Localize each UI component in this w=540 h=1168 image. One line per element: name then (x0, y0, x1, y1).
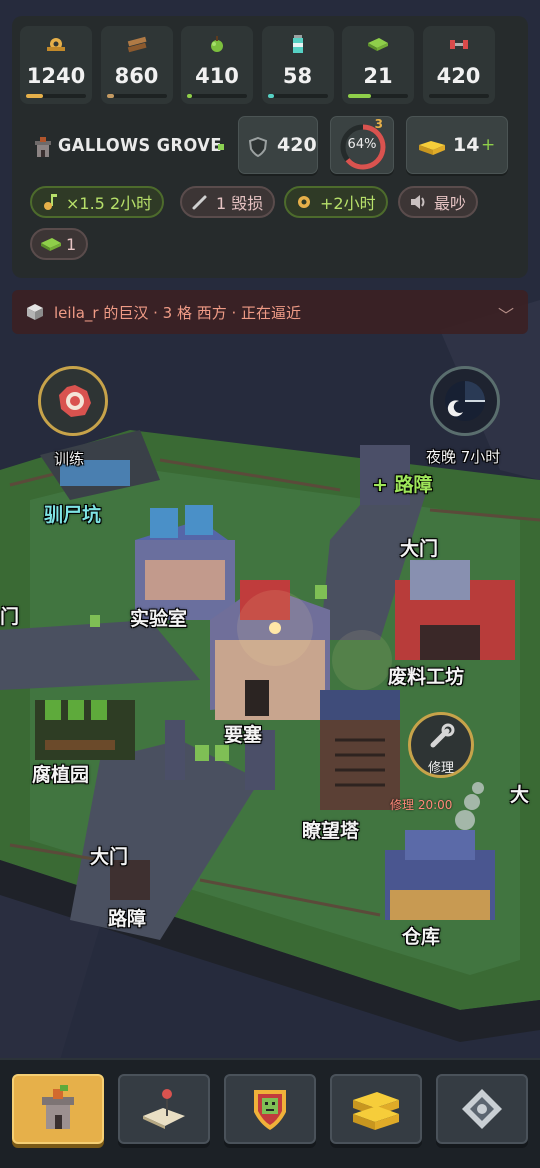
gold-plus: + (481, 135, 496, 155)
resource-value: 1240 (26, 64, 86, 88)
resource-bar-fill (348, 94, 371, 98)
repair-button[interactable]: 修理 (408, 712, 474, 778)
status-chip[interactable]: 最吵 (398, 186, 479, 218)
nav-zombie-button[interactable] (224, 1074, 316, 1144)
wrench-icon (190, 193, 210, 211)
training-button[interactable] (38, 366, 108, 436)
zombie-shield-icon (254, 1090, 286, 1130)
status-chip[interactable]: 1 (30, 228, 89, 260)
resource-cash[interactable]: 21 (342, 26, 414, 104)
resource-row: 1240 860 410 58 21 420 (20, 26, 520, 108)
music-note-icon (40, 193, 60, 211)
resource-value: 410 (195, 64, 239, 88)
resource-bar (348, 94, 408, 98)
resource-water-bottle[interactable]: 58 (261, 26, 334, 104)
progress-badge: 3 (374, 117, 383, 131)
night-label: 夜晚 7小时 (426, 448, 501, 466)
gold-gear-icon (45, 35, 67, 53)
chip-text: ×1.5 2小时 (66, 194, 153, 213)
base-name: GALLOWS GROVE (58, 135, 222, 156)
chip-text: +2小时 (320, 194, 376, 213)
nav-base-button[interactable] (12, 1074, 104, 1144)
resource-gold-gear[interactable]: 1240 (20, 26, 92, 104)
resource-value: 21 (363, 64, 393, 88)
water-bottle-icon (287, 35, 309, 53)
chevron-down-icon[interactable]: ﹀ (498, 302, 514, 326)
cube-icon (27, 304, 43, 320)
repair-timer: 修理 20:00 (390, 798, 453, 812)
gold-bars-button[interactable]: 14 + (406, 116, 508, 174)
training-label: 训练 (54, 450, 85, 468)
status-chip[interactable]: +2小时 (284, 186, 388, 218)
defense-button[interactable]: 420 (238, 116, 318, 174)
resource-value: 420 (436, 64, 481, 88)
bottom-nav (0, 1058, 540, 1168)
dumbbell-icon (448, 35, 470, 53)
threat-notification[interactable]: leila_r 的巨汉 · 3 格 西方 · 正在逼近 ﹀ (12, 290, 528, 334)
nav-settings-button[interactable] (436, 1074, 528, 1144)
chip-text: 1 (66, 234, 77, 254)
resource-value: 58 (282, 64, 313, 88)
tower-icon (35, 137, 51, 157)
gold-bars-icon (353, 1092, 399, 1130)
resource-bar-fill (267, 94, 274, 98)
defense-value: 420 (277, 134, 317, 156)
training-target-icon (59, 385, 91, 417)
resource-food[interactable]: 410 (181, 26, 253, 104)
wood-icon (126, 35, 148, 53)
status-chip[interactable]: ×1.5 2小时 (30, 186, 165, 218)
moon-icon (447, 400, 463, 417)
chip-text: 1 毁损 (216, 194, 264, 213)
tower-icon (42, 1085, 74, 1129)
barricade-plus-label[interactable]: + 路障 (372, 470, 433, 497)
resource-bar (187, 94, 247, 98)
gate-right-label[interactable]: 大 (510, 780, 529, 807)
fortress-label[interactable]: 要塞 (224, 720, 262, 747)
resource-bar (428, 94, 489, 98)
status-dot (218, 144, 224, 150)
base-info-row: GALLOWS GROVE 420 64% 3 14 + (12, 116, 528, 178)
progress-button[interactable]: 64% 3 (330, 116, 394, 174)
resource-wood[interactable]: 860 (100, 26, 173, 104)
resource-bar-fill (26, 94, 43, 98)
resource-bar (267, 94, 328, 98)
lab-label[interactable]: 实验室 (130, 604, 187, 631)
resource-bar (106, 94, 167, 98)
wrench-icon (430, 723, 455, 748)
map-pin-icon (143, 1089, 185, 1129)
resource-bar (26, 94, 86, 98)
repair-label: 修理 (427, 761, 454, 776)
watchtower-label[interactable]: 瞭望塔 (302, 816, 359, 843)
gold-bars-value: 14 (453, 134, 480, 156)
resource-bar-fill (106, 94, 114, 98)
hud-panel: 1240 860 410 58 21 420 GALLOWS GROVE 420 64% … (12, 16, 528, 278)
pit-label[interactable]: 驯尸坑 (44, 500, 101, 527)
gate-left-label[interactable]: 门 (0, 602, 19, 629)
resource-value: 860 (114, 64, 159, 88)
resource-dumbbell[interactable]: 420 (422, 26, 495, 104)
nav-map-button[interactable] (118, 1074, 210, 1144)
gate-bottom-label[interactable]: 大门 (90, 842, 128, 869)
workshop-label[interactable]: 废料工坊 (388, 662, 464, 689)
status-chip[interactable]: 1 毁损 (180, 186, 276, 218)
speaker-icon (408, 193, 428, 211)
gear-diamond-icon (462, 1089, 502, 1129)
chip-text: 最吵 (434, 194, 467, 213)
resource-bar-fill (187, 94, 192, 98)
warehouse-label[interactable]: 仓库 (402, 922, 440, 949)
gate-top-label[interactable]: 大门 (400, 534, 438, 561)
food-icon (206, 35, 228, 53)
shield-icon (249, 137, 267, 157)
nav-gold-button[interactable] (330, 1074, 422, 1144)
cash-icon (40, 235, 61, 253)
progress-percent: 64% (347, 137, 377, 152)
notification-text: leila_r 的巨汉 · 3 格 西方 · 正在逼近 (54, 303, 302, 322)
cash-icon (367, 35, 389, 53)
compost-label[interactable]: 腐植园 (32, 760, 89, 787)
barricade-label[interactable]: 路障 (108, 904, 146, 931)
gear-icon (294, 193, 314, 211)
gold-bars-icon (419, 141, 445, 155)
night-clock (430, 366, 500, 436)
